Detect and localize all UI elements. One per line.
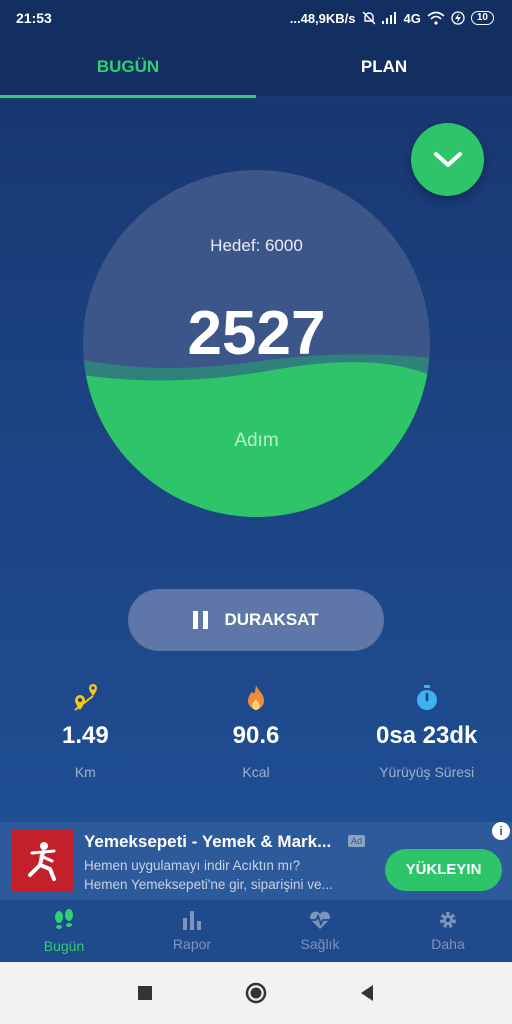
ad-desc-line2: Hemen Yemeksepeti'ne gir, siparişini ve.…	[84, 877, 333, 892]
step-count: 2527	[187, 299, 326, 368]
stat-calories: 90.6 Kcal	[171, 680, 342, 780]
step-progress-circle: Hedef: 6000 2527 Adım	[83, 170, 430, 517]
nav-label-report: Rapor	[172, 936, 212, 952]
calories-label: Kcal	[242, 764, 270, 780]
nav-item-report[interactable]: Rapor	[128, 900, 256, 962]
ad-banner[interactable]: Yemeksepeti - Yemek & Mark... Ad Hemen u…	[0, 822, 512, 900]
stat-distance: 1.49 Km	[0, 680, 171, 780]
nav-item-today[interactable]: Bugün	[0, 900, 128, 962]
nav-label-health: Sağlık	[300, 936, 340, 952]
charging-icon	[451, 11, 465, 25]
pause-icon	[193, 611, 209, 629]
gear-icon	[440, 912, 456, 928]
stat-duration: 0sa 23dk Yürüyüş Süresi	[341, 680, 512, 780]
signal-icon	[381, 12, 396, 24]
map-pin-route-icon	[74, 684, 98, 711]
stopwatch-icon	[416, 685, 437, 710]
chevron-down-icon	[433, 151, 462, 167]
duration-value: 0sa 23dk	[375, 722, 478, 749]
flame-icon	[248, 685, 264, 710]
net-speed: ...48,9KB/s	[289, 10, 356, 26]
ad-badge: Ad	[348, 835, 366, 847]
info-icon[interactable]: i	[492, 822, 510, 840]
back-icon[interactable]	[358, 984, 376, 1002]
tab-today[interactable]: BUGÜN	[0, 36, 256, 98]
heart-pulse-icon	[310, 911, 330, 929]
nav-label-more: Daha	[431, 936, 465, 952]
wifi-icon	[427, 11, 445, 25]
mute-icon	[362, 11, 376, 25]
running-waiter-icon	[28, 842, 56, 881]
ad-description: Hemen uygulamayı indir Acıktın mı? Hemen…	[84, 856, 374, 894]
status-bar: 21:53 ...48,9KB/s 4G 10	[0, 0, 512, 36]
network-type: 4G	[403, 10, 421, 26]
ad-logo	[11, 830, 73, 892]
nav-item-more[interactable]: Daha	[384, 900, 512, 962]
calories-value: 90.6	[232, 722, 280, 749]
distance-value: 1.49	[61, 722, 109, 749]
top-tabs: BUGÜN PLAN	[0, 36, 512, 98]
battery-indicator: 10	[470, 11, 494, 25]
status-time: 21:53	[16, 10, 52, 26]
nav-item-health[interactable]: Sağlık	[256, 900, 384, 962]
ad-title: Yemeksepeti - Yemek & Mark...	[84, 832, 332, 851]
stats-row: 1.49 Km 90.6 Kcal 0sa 23dk Yürüyüş Süres…	[0, 680, 512, 780]
steps-label: Adım	[234, 430, 279, 451]
ad-desc-line1: Hemen uygulamayı indir Acıktın mı?	[84, 858, 301, 873]
system-nav-bar	[0, 962, 512, 1024]
bar-chart-icon	[183, 911, 201, 930]
tab-plan[interactable]: PLAN	[256, 36, 512, 96]
bottom-nav: Bugün Rapor Sağlık Daha	[0, 900, 512, 962]
install-button[interactable]: YÜKLEYIN	[385, 849, 502, 891]
recents-icon[interactable]	[136, 984, 154, 1002]
nav-label-today: Bugün	[43, 938, 85, 954]
footsteps-icon	[55, 909, 73, 929]
pause-label: DURAKSAT	[224, 610, 319, 629]
pause-button[interactable]: DURAKSAT	[128, 589, 384, 651]
home-icon[interactable]	[244, 981, 268, 1005]
distance-label: Km	[74, 764, 96, 780]
goal-text: Hedef: 6000	[210, 236, 303, 255]
duration-label: Yürüyüş Süresi	[379, 764, 475, 780]
